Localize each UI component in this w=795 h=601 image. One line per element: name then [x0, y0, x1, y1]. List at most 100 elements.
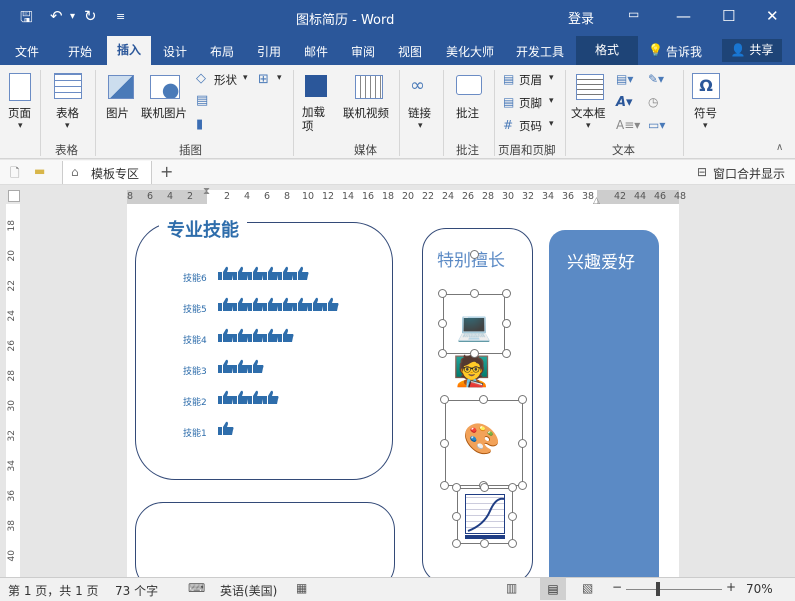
- word-count[interactable]: 73 个字: [115, 582, 158, 599]
- add-tab-icon[interactable]: +: [160, 162, 173, 181]
- chevron-down-icon[interactable]: ▾: [586, 121, 591, 131]
- tab-developer[interactable]: 开发工具: [516, 43, 564, 60]
- resize-handle[interactable]: [508, 512, 517, 521]
- tell-me-input[interactable]: 告诉我: [666, 43, 702, 60]
- laptop-icon[interactable]: 💻: [451, 310, 497, 343]
- read-mode-icon[interactable]: ▥: [506, 581, 517, 595]
- resize-handle[interactable]: [440, 439, 449, 448]
- chevron-down-icon[interactable]: ▾: [549, 73, 554, 83]
- symbol-button[interactable]: 符号: [694, 105, 717, 121]
- chevron-down-icon[interactable]: ▾: [549, 119, 554, 129]
- collapse-ribbon-icon[interactable]: ∧: [776, 142, 783, 153]
- chart-icon[interactable]: ▮: [196, 117, 203, 132]
- resize-handle[interactable]: [508, 539, 517, 548]
- chevron-down-icon[interactable]: ▾: [418, 121, 423, 131]
- online-picture-button[interactable]: 联机图片: [141, 105, 187, 121]
- tab-file[interactable]: 文件: [15, 43, 39, 60]
- screenshot-icon[interactable]: ⊞: [258, 72, 269, 87]
- chevron-down-icon[interactable]: ▾: [18, 121, 23, 131]
- resize-handle[interactable]: [440, 395, 449, 404]
- redo-icon[interactable]: ↻: [84, 7, 97, 25]
- tab-template-zone[interactable]: ⌂ 模板专区: [62, 161, 152, 184]
- merge-windows-icon[interactable]: ⊟: [697, 165, 707, 179]
- minimize-icon[interactable]: —: [676, 7, 691, 25]
- textbox-button[interactable]: 文本框: [571, 105, 606, 121]
- zoom-level[interactable]: 70%: [746, 582, 773, 596]
- tab-review[interactable]: 审阅: [351, 43, 375, 60]
- login-link[interactable]: 登录: [568, 8, 594, 27]
- comment-button[interactable]: 批注: [456, 105, 479, 121]
- page-number-button[interactable]: 页码: [519, 118, 542, 134]
- presenter-icon[interactable]: 🧑‍🏫: [453, 354, 503, 406]
- resize-handle[interactable]: [452, 483, 461, 492]
- link-button[interactable]: 链接: [408, 105, 431, 121]
- addins-button[interactable]: 加载项: [302, 105, 328, 133]
- undo-dropdown-icon[interactable]: ▾: [70, 11, 75, 22]
- share-button[interactable]: 👤 共享: [722, 39, 782, 62]
- resize-handle[interactable]: [470, 289, 479, 298]
- table-button[interactable]: 表格: [56, 105, 79, 121]
- tab-references[interactable]: 引用: [257, 43, 281, 60]
- datetime-icon[interactable]: ◷: [648, 95, 658, 109]
- quick-parts-icon[interactable]: ▤▾: [616, 72, 633, 86]
- tab-home[interactable]: 开始: [68, 43, 92, 60]
- chevron-down-icon[interactable]: ▾: [65, 121, 70, 131]
- resize-handle[interactable]: [518, 395, 527, 404]
- print-layout-icon[interactable]: ▤: [540, 578, 566, 600]
- resize-handle[interactable]: [452, 512, 461, 521]
- object-icon[interactable]: ▭▾: [648, 118, 665, 132]
- zoom-out-icon[interactable]: −: [612, 580, 622, 594]
- zoom-slider-thumb[interactable]: [656, 582, 660, 596]
- chart-graph-icon[interactable]: [465, 494, 505, 534]
- resize-handle[interactable]: [508, 483, 517, 492]
- chevron-down-icon[interactable]: ▾: [703, 121, 708, 131]
- resize-handle[interactable]: [502, 319, 511, 328]
- save-icon[interactable]: 🖫: [20, 7, 33, 32]
- tab-beautify[interactable]: 美化大师: [446, 43, 494, 60]
- tab-view[interactable]: 视图: [398, 43, 422, 60]
- page-count[interactable]: 第 1 页，共 1 页: [8, 582, 99, 599]
- resize-handle[interactable]: [502, 289, 511, 298]
- tab-format[interactable]: 格式: [576, 36, 638, 65]
- new-doc-icon[interactable]: 🗋: [10, 164, 20, 185]
- resize-handle[interactable]: [452, 539, 461, 548]
- resize-handle[interactable]: [438, 289, 447, 298]
- maximize-icon[interactable]: ☐: [722, 7, 735, 25]
- resize-handle[interactable]: [502, 349, 511, 358]
- folder-icon[interactable]: ▬: [34, 164, 45, 178]
- close-icon[interactable]: ✕: [766, 7, 779, 25]
- merge-windows-button[interactable]: 窗口合并显示: [713, 165, 785, 182]
- footer-button[interactable]: 页脚: [519, 95, 542, 111]
- signature-icon[interactable]: ✎▾: [648, 72, 664, 86]
- palette-icon[interactable]: 🎨: [463, 422, 500, 457]
- resize-handle[interactable]: [480, 483, 489, 492]
- shapes-button[interactable]: 形状: [214, 72, 237, 88]
- web-layout-icon[interactable]: ▧: [582, 581, 593, 595]
- header-button[interactable]: 页眉: [519, 72, 542, 88]
- customize-toolbar-icon[interactable]: ≡: [116, 10, 125, 23]
- zoom-in-icon[interactable]: +: [726, 580, 736, 594]
- tab-layout[interactable]: 布局: [210, 43, 234, 60]
- picture-button[interactable]: 图片: [106, 105, 129, 121]
- resize-handle[interactable]: [470, 349, 479, 358]
- language[interactable]: 英语(美国): [220, 582, 277, 599]
- lightbulb-icon[interactable]: 💡: [648, 43, 663, 57]
- macro-icon[interactable]: ▦: [296, 581, 307, 595]
- page-button[interactable]: 页面: [8, 105, 31, 121]
- tab-selector[interactable]: [8, 190, 20, 202]
- zoom-slider[interactable]: [626, 589, 722, 590]
- tab-insert[interactable]: 插入: [107, 36, 151, 65]
- resize-handle[interactable]: [438, 349, 447, 358]
- chevron-down-icon[interactable]: ▾: [549, 96, 554, 106]
- resize-handle[interactable]: [440, 481, 449, 490]
- tab-mailings[interactable]: 邮件: [304, 43, 328, 60]
- wordart-icon[interactable]: A▾: [616, 95, 633, 110]
- online-video-button[interactable]: 联机视频: [343, 105, 389, 121]
- dropcap-icon[interactable]: A≡▾: [616, 118, 640, 132]
- tab-design[interactable]: 设计: [163, 43, 187, 60]
- resize-handle[interactable]: [480, 539, 489, 548]
- indent-marker[interactable]: ⧗: [203, 186, 210, 197]
- resize-handle[interactable]: [518, 439, 527, 448]
- ribbon-options-icon[interactable]: ▭: [628, 7, 639, 21]
- resize-handle[interactable]: [470, 250, 479, 259]
